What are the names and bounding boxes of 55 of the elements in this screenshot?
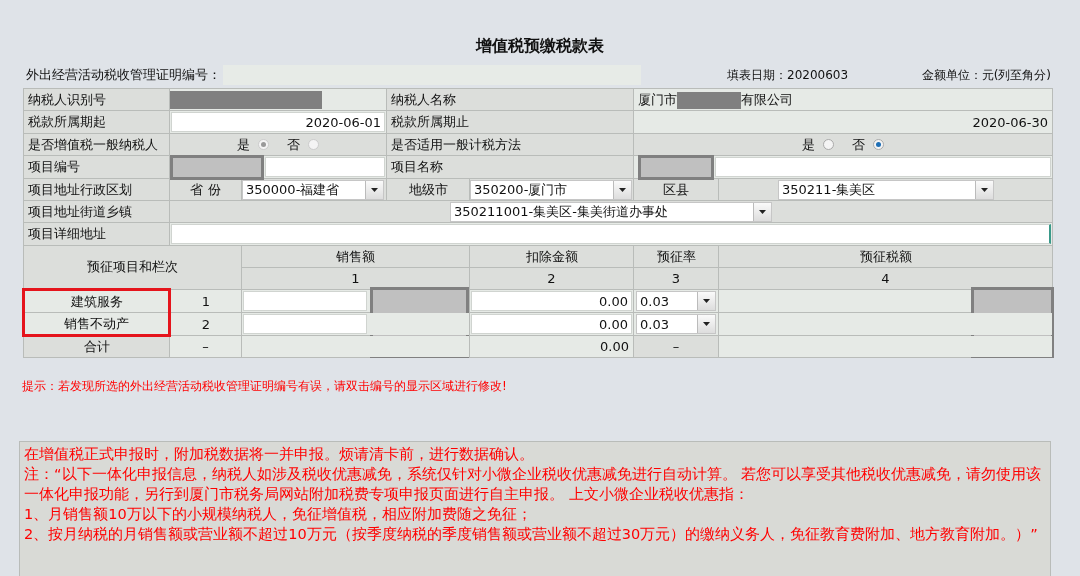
date-value: 2020-06-30 [633, 110, 1053, 134]
radio-label: 否 [287, 135, 300, 154]
caret-icon [697, 315, 715, 333]
field-label: 项目地址街道乡镇 [23, 200, 170, 223]
rate-select[interactable]: 0.03 [636, 314, 716, 334]
notice-text: 2、按月纳税的月销售额或营业额不超过10万元（按季度纳税的季度销售额或营业额不超过30万元）的缴纳义务人，免征教育费附加、地方教育附加。）” [24, 525, 1039, 544]
amount-unit: 金额单位：元(列至角分) [921, 66, 1051, 84]
county-select[interactable]: 350211-集美区 [778, 179, 994, 200]
field-label: 项目编号 [23, 155, 170, 179]
fill-date: 填表日期：20200603 [727, 66, 849, 84]
hint-text: 提示：若发现所选的外出经营活动税收管理证明编号有误，请双击编号的显示区域进行修改! [22, 378, 508, 395]
field-label: 外出经营活动税收管理证明编号： [25, 66, 221, 84]
radio-label: 是 [802, 135, 815, 154]
amount-field[interactable]: 0.00 [471, 314, 632, 334]
address-field[interactable] [171, 224, 1051, 244]
input-field[interactable] [243, 314, 367, 334]
field-label: 是否适用一般计税方法 [386, 133, 634, 156]
notice-text: 注：“以下一体化申报信息，纳税人如涉及税收优惠减免，系统仅针对小微企业税收优惠减免进行自动计算。 若您可以享受其他税收优惠减免，请勿使用该一体化申报功能，另行到厦门市税务局网站附加税费专项申报页面进行自主申报。 上文小微企业税收优惠指： [24, 465, 1043, 504]
province-select[interactable]: 350000-福建省 [242, 179, 384, 200]
notice-text: 1、月销售额10万以下的小规模纳税人，免征增值税，相应附加费随之免征； [24, 505, 533, 524]
table-cell: 合计 [23, 335, 170, 358]
field-label: 项目详细地址 [23, 222, 170, 246]
radio-button[interactable] [873, 139, 884, 150]
amount-field[interactable]: 0.00 [471, 291, 632, 311]
street-select[interactable]: 350211001-集美区-集美街道办事处 [450, 201, 772, 222]
input-field[interactable] [243, 291, 367, 311]
table-cell: 建筑服务 [23, 289, 170, 313]
company-name: 有限公司 [741, 91, 793, 107]
company-name: 厦门市 [638, 91, 677, 107]
field-label: 纳税人识别号 [23, 88, 170, 111]
caret-icon [697, 292, 715, 310]
table-cell: 0.00 [469, 335, 634, 358]
rate-select[interactable]: 0.03 [636, 291, 716, 311]
field-label: 项目名称 [386, 155, 634, 179]
input-field[interactable] [265, 157, 385, 177]
field-label: 税款所属期起 [23, 110, 170, 134]
column-header: 销售额 [241, 245, 470, 268]
notice-text: 在增值税正式申报时，附加税数据将一并申报。烦请清卡前，进行数据确认。 [24, 445, 535, 464]
column-header: 预征项目和栏次 [23, 245, 242, 290]
date-field[interactable]: 2020-06-01 [171, 112, 385, 132]
field-label: 纳税人名称 [386, 88, 634, 111]
radio-label: 否 [852, 135, 865, 154]
column-number: 2 [469, 267, 634, 290]
form-title: 增值税预缴税款表 [474, 35, 605, 57]
field-label: 是否增值税一般纳税人 [23, 133, 170, 156]
field-label: 项目地址行政区划 [23, 178, 170, 201]
column-header: 扣除金额 [469, 245, 634, 268]
column-header: 预征税额 [718, 245, 1053, 268]
city-select[interactable]: 350200-厦门市 [470, 179, 632, 200]
input-field[interactable] [715, 157, 1051, 177]
redaction-block [677, 91, 741, 109]
table-cell: 销售不动产 [23, 312, 170, 336]
radio-label: 是 [237, 135, 250, 154]
radio-button[interactable] [823, 139, 834, 150]
field-label: 税款所属期止 [386, 110, 634, 134]
